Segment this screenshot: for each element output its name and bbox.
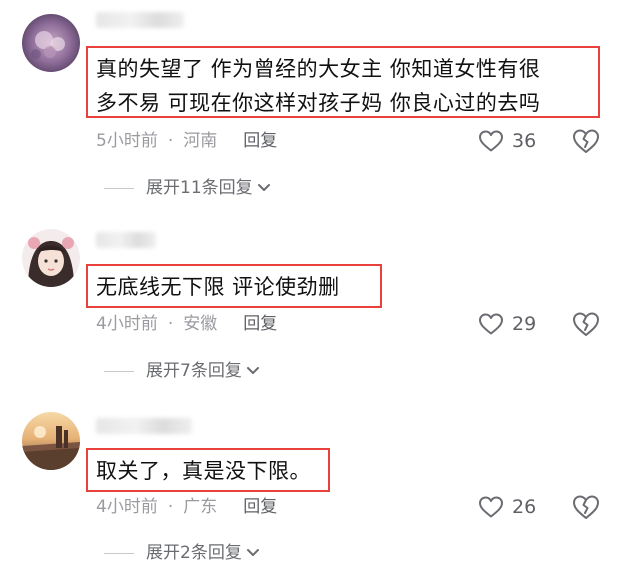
- broken-heart-icon: [573, 129, 599, 153]
- reply-button[interactable]: 回复: [243, 314, 277, 334]
- comment-time: 5小时前: [96, 131, 158, 151]
- dislike-button[interactable]: [571, 310, 601, 338]
- reply-button[interactable]: 回复: [243, 497, 277, 517]
- broken-heart-icon: [573, 312, 599, 336]
- heart-icon: [479, 496, 503, 518]
- comment-meta: 4小时前 · 安徽 回复: [96, 311, 277, 337]
- comment-location: 广东: [183, 497, 218, 517]
- expand-replies-label: 展开2条回复: [146, 543, 242, 563]
- reply-button[interactable]: 回复: [243, 131, 277, 151]
- expand-replies-label: 展开7条回复: [146, 361, 242, 381]
- dislike-button[interactable]: [571, 493, 601, 521]
- comment-meta: 4小时前 · 广东 回复: [96, 494, 277, 520]
- separator-dot: ·: [167, 131, 174, 151]
- comment-location: 河南: [183, 131, 218, 151]
- heart-icon: [479, 313, 503, 335]
- comment-location: 安徽: [183, 314, 218, 334]
- expand-replies-label: 展开11条回复: [146, 178, 253, 198]
- divider-line: [104, 187, 134, 189]
- broken-heart-icon: [573, 495, 599, 519]
- separator-dot: ·: [167, 314, 174, 334]
- divider-line: [104, 552, 134, 554]
- like-button[interactable]: 26: [478, 493, 536, 521]
- expand-replies-button[interactable]: 展开7条回复: [104, 358, 260, 384]
- username-blurred[interactable]: [96, 232, 156, 248]
- avatar[interactable]: [22, 14, 80, 72]
- chevron-down-icon: [246, 549, 259, 556]
- avatar[interactable]: [22, 412, 80, 470]
- avatar[interactable]: [22, 229, 80, 287]
- like-button[interactable]: 36: [478, 127, 536, 155]
- expand-replies-button[interactable]: 展开11条回复: [104, 175, 271, 201]
- chevron-down-icon: [257, 184, 270, 191]
- comment-text: 无底线无下限 评论使劲删: [86, 264, 382, 308]
- username-blurred[interactable]: [96, 12, 184, 28]
- dislike-button[interactable]: [571, 127, 601, 155]
- heart-icon: [479, 130, 503, 152]
- comment-text: 取关了，真是没下限。: [86, 448, 330, 492]
- separator-dot: ·: [167, 497, 174, 517]
- username-blurred[interactable]: [96, 418, 192, 434]
- expand-replies-button[interactable]: 展开2条回复: [104, 540, 260, 566]
- like-count: 29: [512, 313, 537, 335]
- comment-meta: 5小时前 · 河南 回复: [96, 128, 277, 154]
- chevron-down-icon: [246, 367, 259, 374]
- comment-time: 4小时前: [96, 497, 158, 517]
- comment-time: 4小时前: [96, 314, 158, 334]
- comment-text: 真的失望了 作为曾经的大女主 你知道女性有很 多不易 可现在你这样对孩子妈 你良…: [86, 46, 600, 118]
- like-button[interactable]: 29: [478, 310, 536, 338]
- like-count: 26: [512, 496, 537, 518]
- divider-line: [104, 370, 134, 372]
- like-count: 36: [512, 130, 537, 152]
